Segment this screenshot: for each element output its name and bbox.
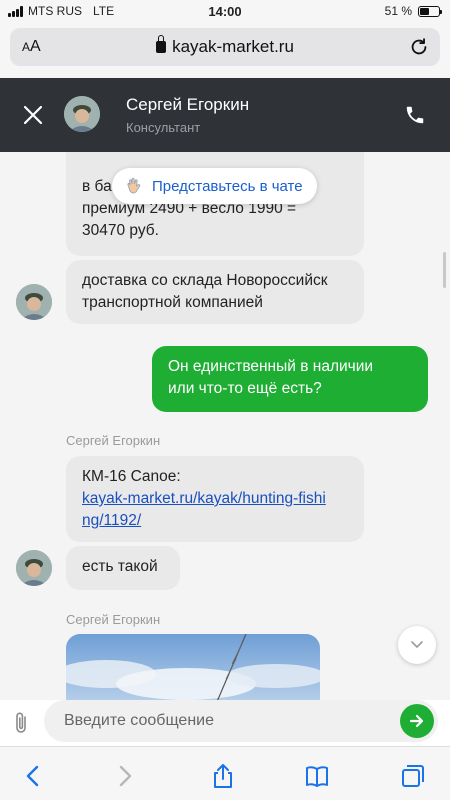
share-icon[interactable] [210, 763, 236, 789]
url-text: kayak-market.ru [172, 37, 294, 56]
message-bubble-incoming: доставка со склада Новороссийск транспор… [66, 260, 364, 324]
chevron-down-icon [411, 641, 423, 649]
introduce-yourself-button[interactable]: Представьтесь в чате [112, 168, 317, 204]
send-arrow-icon [409, 714, 424, 728]
message-bubble-incoming: КМ-16 Canoe: kayak-market.ru/kayak/hunti… [66, 456, 364, 542]
message-text: Он единственный в наличии [168, 358, 374, 375]
address-bar[interactable]: AAAA kayak-market.ru [10, 28, 440, 66]
back-arrow-icon[interactable] [20, 763, 46, 789]
battery-percent: 51 % [384, 4, 412, 18]
agent-avatar [16, 550, 52, 586]
chat-messages[interactable]: в ба премиум 2490 + весло 1990 = 30470 р… [0, 152, 450, 700]
message-text: транспортной компанией [82, 294, 263, 311]
lock-icon [156, 35, 167, 53]
agent-name: Сергей Егоркин [126, 95, 250, 114]
battery-icon [418, 5, 442, 17]
intro-prompt-label: Представьтесь в чате [152, 177, 303, 195]
agent-role: Консультант [126, 120, 201, 135]
tabs-icon[interactable] [400, 763, 426, 789]
product-link[interactable]: kayak-market.ru/kayak/hunting-fishi ng/11… [82, 488, 348, 532]
message-bubble-incoming: есть такой [66, 546, 180, 590]
chat-header: Сергей Егоркин Консультант [0, 78, 450, 152]
browser-toolbar [0, 746, 450, 800]
message-bubble-outgoing: Он единственный в наличии или что-то ещё… [152, 346, 428, 412]
sender-name: Сергей Егоркин [66, 612, 161, 627]
message-text: КМ-16 Canoe: [82, 468, 181, 485]
agent-avatar [64, 96, 100, 132]
clock: 14:00 [208, 4, 242, 19]
reload-icon[interactable] [408, 36, 430, 58]
sender-name: Сергей Егоркин [66, 433, 161, 448]
message-input[interactable] [44, 700, 438, 742]
forward-arrow-icon[interactable] [112, 763, 138, 789]
send-button[interactable] [400, 704, 434, 738]
message-text: или что-то ещё есть? [168, 380, 322, 397]
message-text: 30470 руб. [82, 222, 159, 239]
close-icon[interactable] [22, 104, 44, 126]
paperclip-icon[interactable] [12, 710, 32, 736]
status-bar: MTS RUS LTE 14:00 51 % [0, 0, 450, 24]
phone-icon[interactable] [404, 104, 426, 126]
scrollbar[interactable] [443, 252, 446, 288]
agent-avatar [16, 284, 52, 320]
waving-hand-icon [127, 177, 141, 194]
browser-address-area: AAAA kayak-market.ru [0, 24, 450, 78]
message-image[interactable] [66, 634, 320, 700]
message-text: доставка со склада Новороссийск [82, 272, 328, 289]
message-text: есть такой [82, 558, 158, 575]
bookmarks-icon[interactable] [304, 763, 330, 789]
message-composer [0, 700, 450, 746]
scroll-down-button[interactable] [398, 626, 436, 664]
